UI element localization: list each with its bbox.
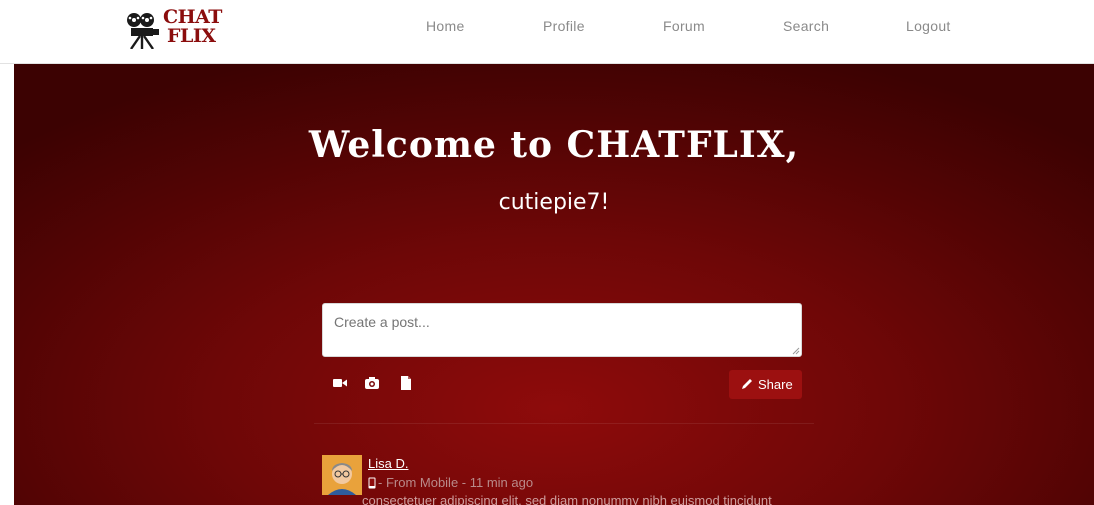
welcome-username: cutiepie7! bbox=[498, 190, 610, 215]
nav-search-link[interactable]: Search bbox=[783, 18, 829, 34]
create-post-input[interactable] bbox=[322, 303, 802, 357]
welcome-title: Welcome to CHATFLIX, bbox=[308, 124, 800, 166]
nav-home-link[interactable]: Home bbox=[426, 18, 465, 34]
post-meta: - From Mobile - 11 min ago bbox=[368, 475, 533, 490]
share-button-label: Share bbox=[758, 377, 793, 392]
hero-section: Welcome to CHATFLIX, cutiepie7! Share bbox=[14, 64, 1094, 505]
video-camera-icon[interactable] bbox=[332, 375, 348, 391]
feed-post: Lisa D. - From Mobile - 11 min ago conse… bbox=[322, 453, 842, 505]
top-navbar: CHAT FLIX Home Profile Forum Search Logo… bbox=[0, 0, 1094, 64]
resize-grip-icon[interactable] bbox=[792, 347, 800, 355]
chatflix-logo[interactable]: CHAT FLIX bbox=[125, 8, 222, 52]
pencil-icon bbox=[742, 379, 752, 389]
logo-line-2: FLIX bbox=[167, 25, 216, 47]
nav-forum-link[interactable]: Forum bbox=[663, 18, 705, 34]
post-author-link[interactable]: Lisa D. bbox=[368, 456, 408, 471]
avatar-image bbox=[322, 455, 362, 495]
logo-wordmark: CHAT FLIX bbox=[163, 8, 222, 46]
nav-logout-link[interactable]: Logout bbox=[906, 18, 951, 34]
avatar[interactable] bbox=[322, 455, 362, 495]
camera-icon[interactable] bbox=[364, 375, 380, 391]
post-body: consectetuer adipiscing elit, sed diam n… bbox=[362, 493, 772, 505]
film-projector-icon bbox=[127, 13, 159, 49]
post-meta-text: - From Mobile - 11 min ago bbox=[378, 475, 534, 490]
nav-profile-link[interactable]: Profile bbox=[543, 18, 585, 34]
file-icon[interactable] bbox=[398, 375, 414, 391]
share-button[interactable]: Share bbox=[729, 370, 802, 399]
mobile-phone-icon bbox=[368, 477, 376, 489]
feed-divider bbox=[314, 423, 814, 424]
